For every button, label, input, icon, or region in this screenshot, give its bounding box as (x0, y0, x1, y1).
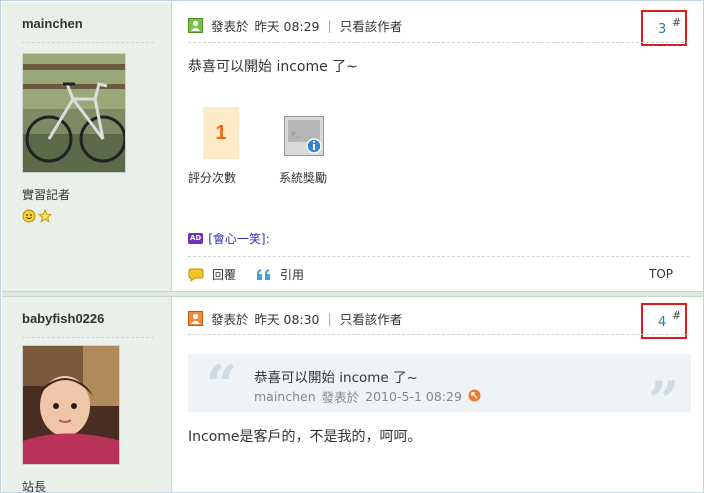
only-author-link[interactable]: 只看該作者 (340, 309, 403, 328)
meta-divider: | (327, 311, 332, 326)
author-sidebar: babyfish0226 站長 (2, 297, 172, 493)
author-badges (22, 208, 53, 226)
svg-text:>_: >_ (291, 129, 301, 138)
divider (188, 256, 689, 257)
author-username[interactable]: mainchen (22, 16, 83, 31)
rate-count[interactable]: 1 (203, 107, 239, 159)
floor-number-link[interactable]: 3 (658, 22, 666, 37)
quote-label: 引用 (280, 268, 305, 282)
rate-label: 評分次數 (188, 171, 237, 185)
reply-label: 回覆 (212, 268, 237, 282)
post-meta-prefix: 發表於 (211, 312, 249, 327)
post-meta-prefix: 發表於 (211, 19, 249, 34)
meta-divider: | (327, 18, 332, 33)
only-author-link[interactable]: 只看該作者 (340, 16, 403, 35)
quote-time: 2010-5-1 08:29 (365, 389, 462, 404)
post-time: 昨天 08:29 (254, 19, 320, 34)
thread-frame: mainchen 實習記者 發表於 昨天 08:29 | 只看該作者 3 # 恭… (0, 0, 704, 493)
floor-symbol: # (672, 309, 682, 322)
close-quote-icon: ” (647, 369, 679, 433)
post-content: 恭喜可以開始 income 了~ (188, 59, 358, 75)
avatar[interactable] (22, 53, 126, 173)
post-time: 昨天 08:30 (254, 312, 320, 327)
author-username[interactable]: babyfish0226 (22, 311, 104, 326)
divider (188, 334, 689, 335)
divider (22, 337, 154, 338)
post-main: 發表於 昨天 08:30 | 只看該作者 4 # “ ” 恭喜可以開始 inco… (173, 297, 703, 492)
post-main: 發表於 昨天 08:29 | 只看該作者 3 # 恭喜可以開始 income 了… (173, 2, 703, 291)
floor-symbol: # (672, 16, 682, 29)
divider (22, 42, 154, 43)
quote-source: mainchen 發表於 2010-5-1 08:29 (254, 387, 481, 406)
system-reward-icon[interactable]: >_ (284, 116, 324, 156)
author-sidebar: mainchen 實習記者 (2, 2, 172, 291)
quote-meta-prefix: 發表於 (321, 390, 360, 405)
quoted-text: 恭喜可以開始 income 了~ (254, 370, 418, 386)
reply-icon (188, 268, 204, 282)
avatar[interactable] (22, 345, 120, 465)
quote-icon (257, 268, 271, 280)
post-actions: 回覆 引用 (188, 266, 324, 283)
open-quote-icon: “ (206, 353, 238, 417)
floor-number-box: 3 # (641, 10, 687, 46)
system-reward-label: 系統獎勵 (279, 171, 328, 185)
star-icon (37, 208, 53, 226)
post-floor-3: mainchen 實習記者 發表於 昨天 08:29 | 只看該作者 3 # 恭… (2, 2, 703, 291)
post-meta: 發表於 昨天 08:30 | 只看該作者 (188, 309, 402, 328)
floor-number-link[interactable]: 4 (658, 315, 666, 330)
divider (188, 42, 689, 43)
reply-button[interactable]: 回覆 (188, 266, 236, 283)
quote-author: mainchen (254, 389, 316, 404)
ad-tag: AD (188, 233, 204, 244)
post-meta: 發表於 昨天 08:29 | 只看該作者 (188, 16, 402, 35)
post-content: Income是客戶的，不是我的，呵呵。 (188, 429, 422, 445)
smiley-icon (22, 209, 36, 226)
quote-button[interactable]: 引用 (256, 266, 304, 283)
offline-user-icon (188, 311, 203, 326)
ad-line: AD [會心一笑]: (188, 230, 270, 247)
jump-to-post-icon[interactable] (468, 389, 481, 405)
online-user-icon (188, 18, 203, 33)
post-floor-4: babyfish0226 站長 發表於 昨天 08:30 | 只看該作者 4 #… (2, 297, 703, 493)
quote-block: “ ” 恭喜可以開始 income 了~ mainchen 發表於 2010-5… (188, 353, 691, 428)
ad-link[interactable]: [會心一笑]: (208, 230, 269, 247)
author-rank: 實習記者 (22, 188, 71, 202)
back-to-top-link[interactable]: TOP (649, 267, 673, 281)
author-rank: 站長 (22, 480, 47, 493)
